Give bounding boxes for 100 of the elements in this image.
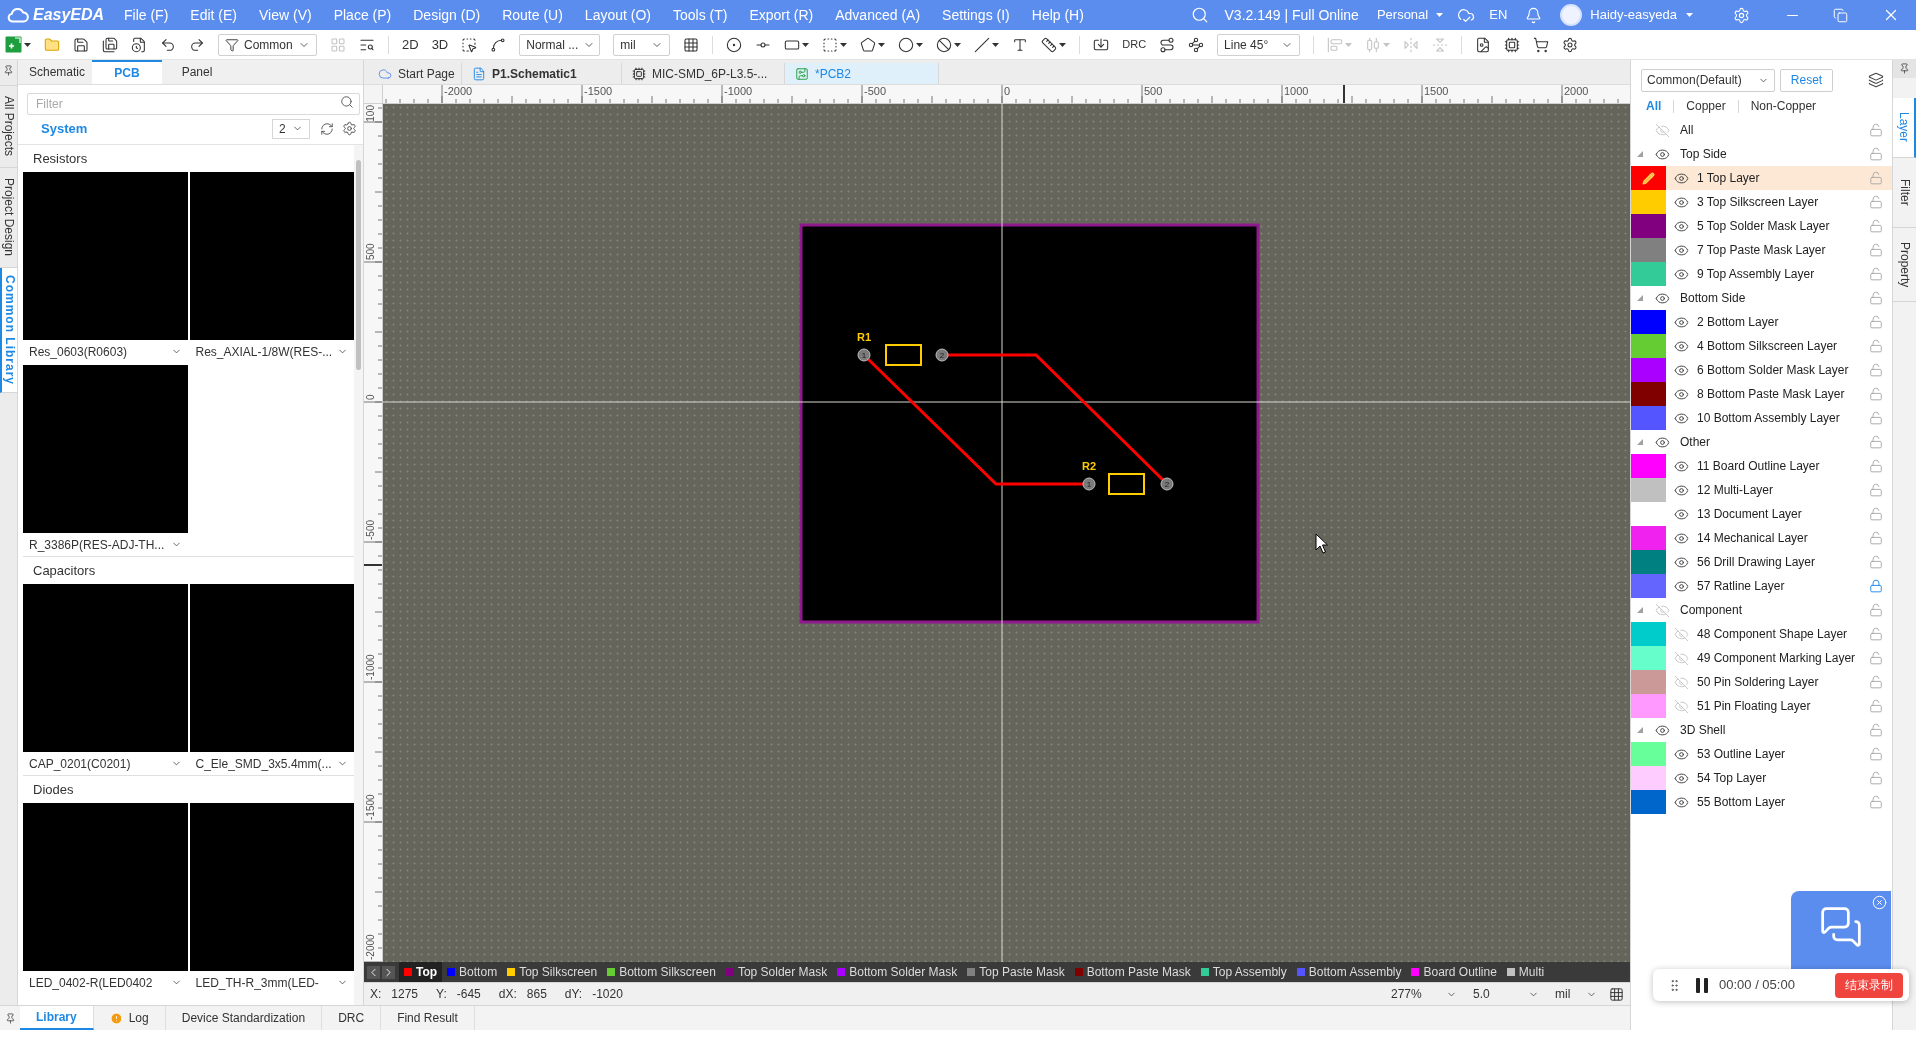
layer-color-swatch[interactable] [1631,790,1666,814]
eye-icon[interactable] [1674,218,1689,234]
save-all-icon[interactable] [102,36,118,53]
panel-tab[interactable]: Schematic [22,60,92,84]
collapse-triangle-icon[interactable] [1637,439,1643,445]
reset-button[interactable]: Reset [1780,68,1833,92]
layer-color-swatch[interactable] [1631,334,1666,358]
eye-icon[interactable] [1655,146,1670,162]
dock-tab[interactable]: Log [93,1006,166,1030]
chip-icon[interactable] [632,66,646,81]
curve-icon[interactable] [490,36,507,53]
collapse-triangle-icon[interactable] [1637,607,1643,613]
caret-icon[interactable] [1059,42,1067,47]
footprint-selector[interactable]: C_Ele_SMD_3x5.4mm(... [189,752,354,775]
unlock-icon[interactable] [1869,747,1883,761]
pad[interactable] [857,348,871,362]
warning-icon[interactable] [109,1011,123,1025]
layer-switch-button[interactable]: Top Solder Mask [720,962,833,982]
layer-color-swatch[interactable] [1631,358,1666,382]
unlock-icon[interactable] [1869,435,1883,449]
polygon-icon[interactable] [860,36,877,53]
library-source-tab[interactable]: System [41,118,88,139]
layer-color-swatch[interactable] [1631,262,1666,286]
waypoints-icon[interactable] [1188,36,1205,53]
layer-color-swatch[interactable] [1631,454,1666,478]
layer-row[interactable]: 9 Top Assembly Layer [1631,262,1892,286]
footprint-selector[interactable]: R_3386P(RES-ADJ-TH... [23,533,188,556]
eye-icon[interactable] [1674,362,1689,378]
unlock-icon[interactable] [1869,219,1883,233]
eye-icon[interactable] [1674,170,1689,186]
eye-icon[interactable] [1674,530,1689,546]
chevron-right-icon[interactable] [382,965,395,979]
eye-icon[interactable] [1674,314,1689,330]
eye-off-icon[interactable] [1674,626,1689,642]
chevron-down-icon[interactable] [337,758,348,769]
pencil-icon[interactable] [1642,171,1655,185]
eye-icon[interactable] [1674,386,1689,402]
layer-color-swatch[interactable] [1631,166,1666,190]
eye-icon[interactable] [1674,482,1689,498]
caret-icon[interactable] [954,42,962,47]
layer-row[interactable]: 7 Top Paste Mask Layer [1631,238,1892,262]
unlock-icon[interactable] [1869,459,1883,473]
eye-off-icon[interactable] [1655,602,1670,618]
unlock-icon[interactable] [1869,603,1883,617]
redo-icon[interactable] [189,36,205,53]
pcb-board[interactable] [799,223,1260,624]
import-icon[interactable] [1093,36,1110,53]
layer-color-swatch[interactable] [1631,646,1666,670]
eye-icon[interactable] [1655,290,1670,306]
chevron-left-icon[interactable] [367,965,380,979]
layer-color-swatch[interactable] [1631,406,1666,430]
layer-filter-tab[interactable]: Copper [1686,97,1726,115]
layer-switch-button[interactable]: Top Assembly [1195,962,1292,982]
footprint-selector[interactable]: LED_TH-R_3mm(LED- [189,971,354,994]
unlock-icon[interactable] [1869,771,1883,785]
layer-switch-button[interactable]: Bottom [442,962,503,982]
undo-icon[interactable] [160,36,176,53]
layer-switch-button[interactable]: Bottom Assembly [1291,962,1407,982]
pcb-canvas[interactable]: R1 1 2 R2 1 2 [383,104,1630,962]
layer-color-swatch[interactable] [1631,670,1666,694]
layer-switch-button[interactable]: Top Paste Mask [962,962,1070,982]
image-file-icon[interactable] [1475,36,1492,53]
footprint-selector[interactable]: CAP_0201(C0201) [23,752,188,775]
layer-row[interactable]: 13 Document Layer [1631,502,1892,526]
view-3d-button[interactable]: 3D [431,34,449,55]
circle-icon[interactable] [898,36,915,53]
layer-filter-tab[interactable]: All [1646,97,1662,115]
copper-trace[interactable] [948,353,1165,482]
eye-icon[interactable] [1674,578,1689,594]
close-icon[interactable] [1872,895,1887,910]
eye-icon[interactable] [1674,242,1689,258]
unlock-icon[interactable] [1869,483,1883,497]
unlock-icon[interactable] [1869,123,1883,137]
unlock-icon[interactable] [1869,675,1883,689]
side-tab[interactable]: Property [1893,228,1916,302]
layer-color-swatch[interactable] [1631,478,1666,502]
unlock-icon[interactable] [1869,795,1883,809]
restore-icon[interactable] [1833,7,1848,23]
pin-icon[interactable] [4,1012,16,1024]
footprint-selector[interactable]: Res_0603(R0603) [23,340,188,363]
grid-icon[interactable] [1609,986,1624,1002]
layer-color-swatch[interactable] [1631,742,1666,766]
layer-row[interactable]: 53 Outline Layer [1631,742,1892,766]
unlock-icon[interactable] [1869,651,1883,665]
avatar-icon[interactable] [1560,4,1583,26]
eye-icon[interactable] [1674,194,1689,210]
grid-icon[interactable] [683,36,700,53]
document-icon[interactable] [472,66,486,81]
unlock-icon[interactable] [1869,171,1883,185]
pin-icon[interactable] [1899,63,1910,74]
component-outline[interactable] [1108,473,1145,495]
unit-dropdown[interactable]: mil [613,33,671,56]
layer-row[interactable]: 6 Bottom Solder Mask Layer [1631,358,1892,382]
layer-switch-button[interactable]: Bottom Solder Mask [832,962,963,982]
layer-color-swatch[interactable] [1631,526,1666,550]
caret-icon[interactable] [840,42,848,47]
layer-row[interactable]: 5 Top Solder Mask Layer [1631,214,1892,238]
designator-label[interactable]: R1 [856,331,872,343]
copper-trace[interactable] [866,357,1083,486]
layer-color-swatch[interactable] [1631,214,1666,238]
